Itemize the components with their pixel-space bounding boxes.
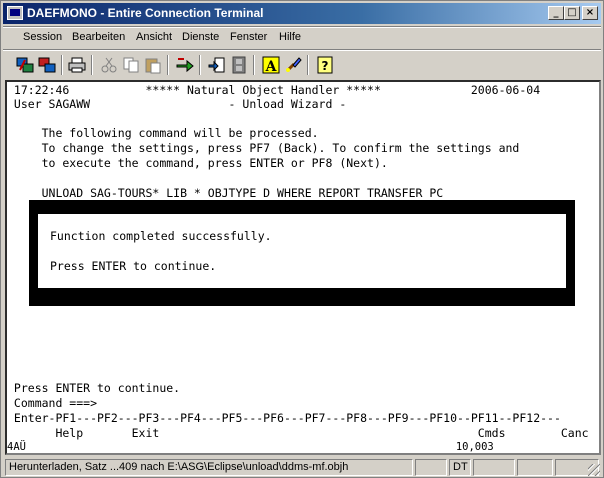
pf-key-labels[interactable]: Help Exit Cmds Canc — [7, 427, 588, 440]
status-cell-empty1 — [415, 459, 447, 476]
paste-icon[interactable] — [143, 55, 163, 75]
film-icon[interactable] — [229, 55, 249, 75]
toolbar-separator — [61, 55, 63, 75]
menu-ansicht[interactable]: Ansicht — [136, 31, 172, 43]
terminal-line-info2: To change the settings, press PF7 (Back)… — [7, 141, 520, 155]
terminal-window: DAEFMONO - Entire Connection Terminal _ … — [0, 0, 604, 478]
minimize-button[interactable]: _ — [548, 6, 564, 20]
connect-icon[interactable] — [15, 55, 35, 75]
resize-grip[interactable] — [588, 464, 600, 476]
terminal-line-command: UNLOAD SAG-TOURS* LIB * OBJTYPE D WHERE … — [7, 186, 444, 200]
download-icon[interactable] — [207, 55, 227, 75]
terminal-line-prompt: Press ENTER to continue. — [7, 381, 181, 395]
toolbar-separator — [91, 55, 93, 75]
status-bar: Herunterladen, Satz ...409 nach E:\ASG\E… — [3, 458, 601, 477]
cut-icon[interactable] — [99, 55, 119, 75]
terminal-line-info3: to execute the command, press ENTER or P… — [7, 156, 388, 170]
terminal-line-user: User SAGAWW - Unload Wizard - — [7, 97, 347, 111]
toolbar-separator — [307, 55, 309, 75]
print-icon[interactable] — [67, 55, 87, 75]
terminal-screen[interactable]: 17:22:46 ***** Natural Object Handler **… — [5, 80, 601, 455]
toolbar-separator — [253, 55, 255, 75]
status-cell-empty2 — [473, 459, 515, 476]
command-input[interactable]: Command ===> — [7, 397, 97, 410]
popup-message: Function completed successfully. — [50, 229, 272, 243]
help-icon[interactable]: ? — [315, 55, 335, 75]
toolbar: A ? — [3, 52, 601, 78]
toolbar-separator-top — [3, 49, 601, 51]
toolbar-separator — [167, 55, 169, 75]
font-icon[interactable]: A — [261, 55, 281, 75]
svg-text:A: A — [265, 59, 278, 74]
brush-icon[interactable] — [283, 55, 303, 75]
menu-bar: Session Bearbeiten Ansicht Dienste Fenst… — [3, 28, 601, 48]
pf-key-bar: Enter-PF1---PF2---PF3---PF4---PF5---PF6-… — [7, 411, 561, 425]
popup-prompt: Press ENTER to continue. — [50, 259, 217, 273]
terminal-line-header: 17:22:46 ***** Natural Object Handler **… — [7, 83, 541, 97]
terminal-line-info1: The following command will be processed. — [7, 126, 319, 140]
close-button[interactable]: × — [582, 6, 598, 20]
message-popup-body: Function completed successfully. Press E… — [38, 214, 566, 288]
window-title: DAEFMONO - Entire Connection Terminal — [27, 6, 264, 20]
transfer-icon[interactable] — [175, 55, 195, 75]
svg-text:?: ? — [322, 59, 329, 73]
status-cell-empty3 — [517, 459, 553, 476]
status-mode: DT — [449, 459, 471, 476]
terminal-line-status: 4AÜ 10,003 — [7, 441, 494, 453]
app-terminal-icon[interactable] — [7, 6, 23, 20]
status-message: Herunterladen, Satz ...409 nach E:\ASG\E… — [5, 459, 413, 476]
message-popup: Function completed successfully. Press E… — [29, 200, 575, 306]
copy-icon[interactable] — [121, 55, 141, 75]
menu-dienste[interactable]: Dienste — [182, 31, 219, 43]
disconnect-icon[interactable] — [37, 55, 57, 75]
menu-hilfe[interactable]: Hilfe — [279, 31, 301, 43]
toolbar-separator — [199, 55, 201, 75]
menu-bearbeiten[interactable]: Bearbeiten — [72, 31, 125, 43]
menu-session[interactable]: Session — [23, 31, 62, 43]
title-bar[interactable]: DAEFMONO - Entire Connection Terminal _ … — [3, 3, 601, 24]
maximize-button[interactable]: □ — [564, 6, 580, 20]
menu-fenster[interactable]: Fenster — [230, 31, 267, 43]
